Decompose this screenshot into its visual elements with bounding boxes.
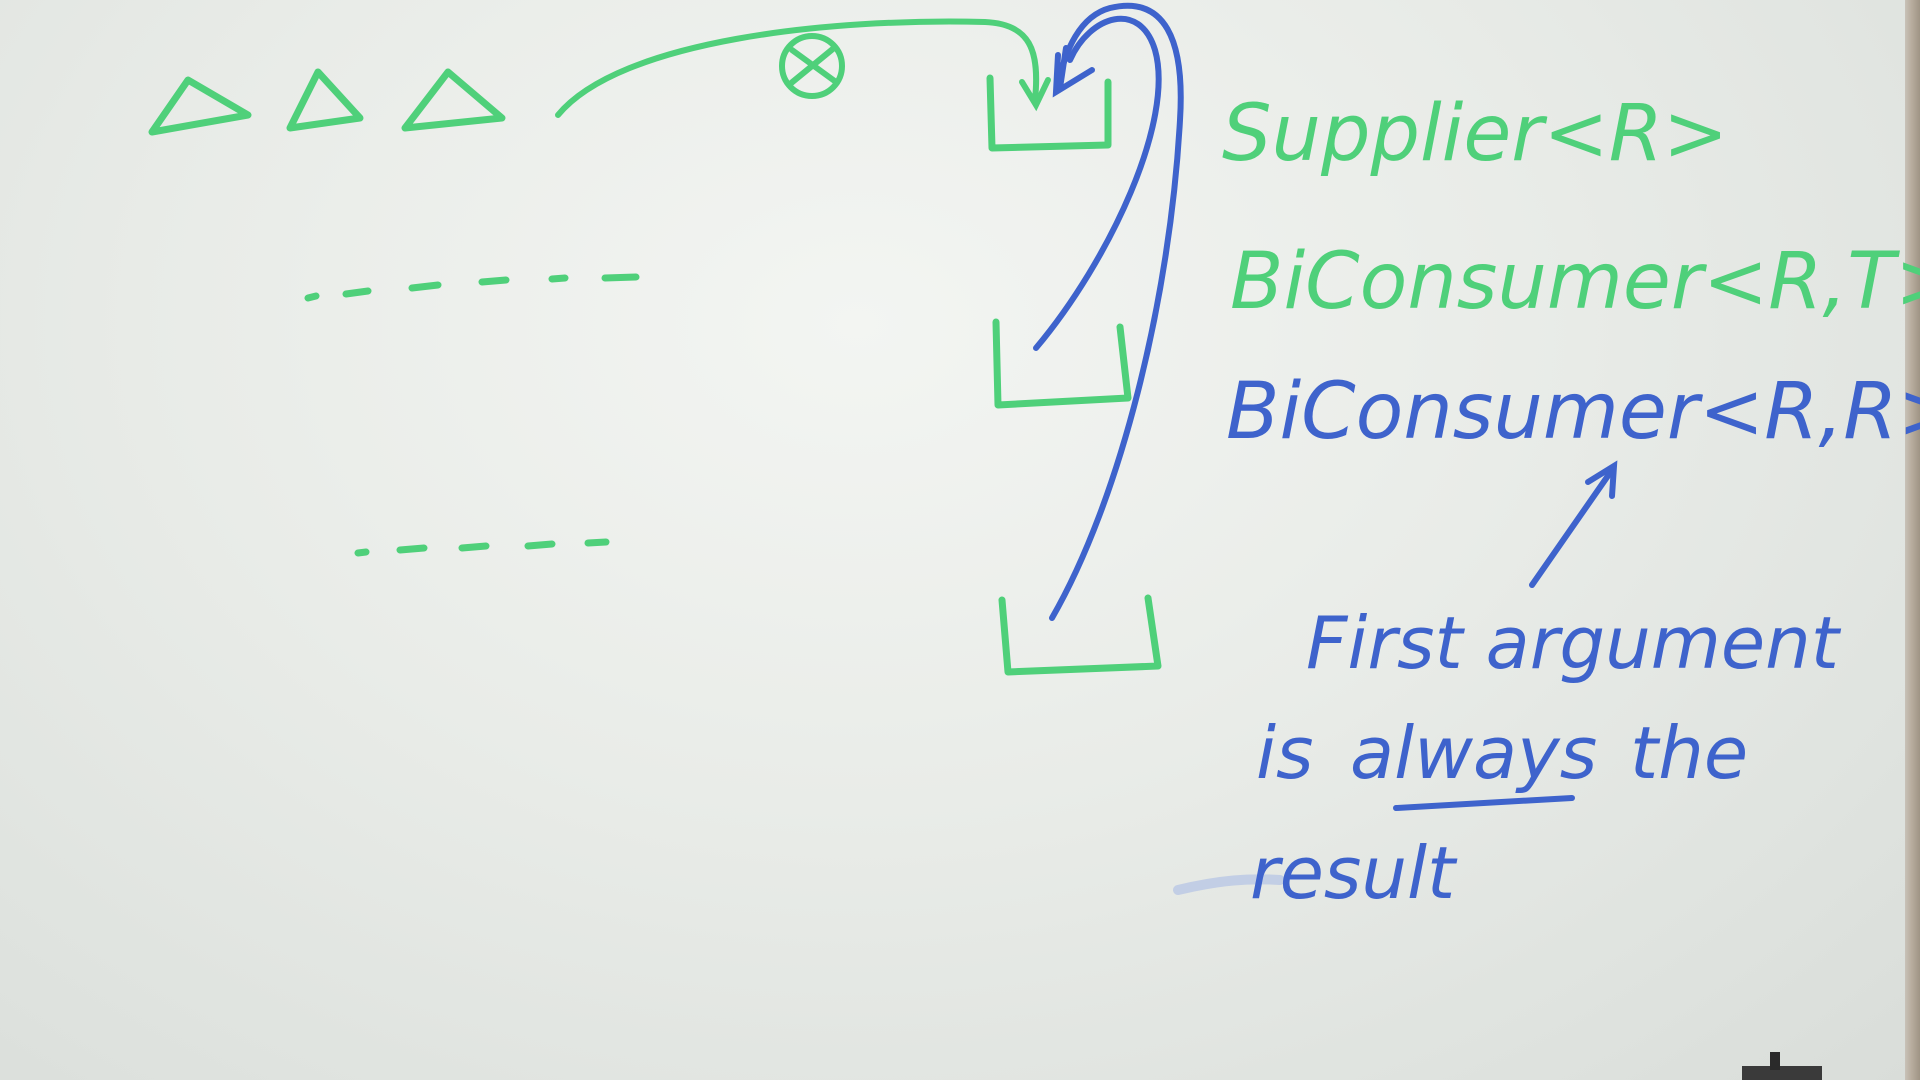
biconsumer-rt-label: BiConsumer<R,T> xyxy=(1230,237,1920,327)
containers xyxy=(986,74,1162,676)
container-2 xyxy=(992,318,1132,409)
note-line-3: result xyxy=(1250,831,1458,915)
note-line-2: is always the xyxy=(1256,711,1748,795)
marker-tray-object xyxy=(1742,1052,1822,1080)
note-word-the: the xyxy=(1630,711,1748,795)
always-underline xyxy=(1393,795,1575,811)
dashed-line-2 xyxy=(354,538,610,557)
note-word-always: always xyxy=(1350,711,1597,795)
arrow-from-container-3 xyxy=(1049,2,1184,621)
dashed-lines xyxy=(304,273,640,557)
biconsumer-rr-label: BiConsumer<R,R> xyxy=(1226,367,1920,457)
triangle-3 xyxy=(401,68,506,132)
whiteboard-drawing: Supplier<R> BiConsumer<R,T> BiConsumer<R… xyxy=(148,2,1920,1080)
triangle-2 xyxy=(286,68,364,132)
note-word-is: is xyxy=(1256,711,1314,795)
note-line-1: First argument xyxy=(1306,601,1842,685)
supplier-label: Supplier<R> xyxy=(1222,89,1728,179)
dashed-line-1 xyxy=(304,273,640,302)
note-arrow xyxy=(1529,460,1618,588)
triangle-1 xyxy=(148,76,252,136)
stream-triangles xyxy=(148,68,506,136)
circle-x-icon xyxy=(779,33,845,99)
container-1 xyxy=(986,74,1112,152)
container-3 xyxy=(998,594,1162,676)
